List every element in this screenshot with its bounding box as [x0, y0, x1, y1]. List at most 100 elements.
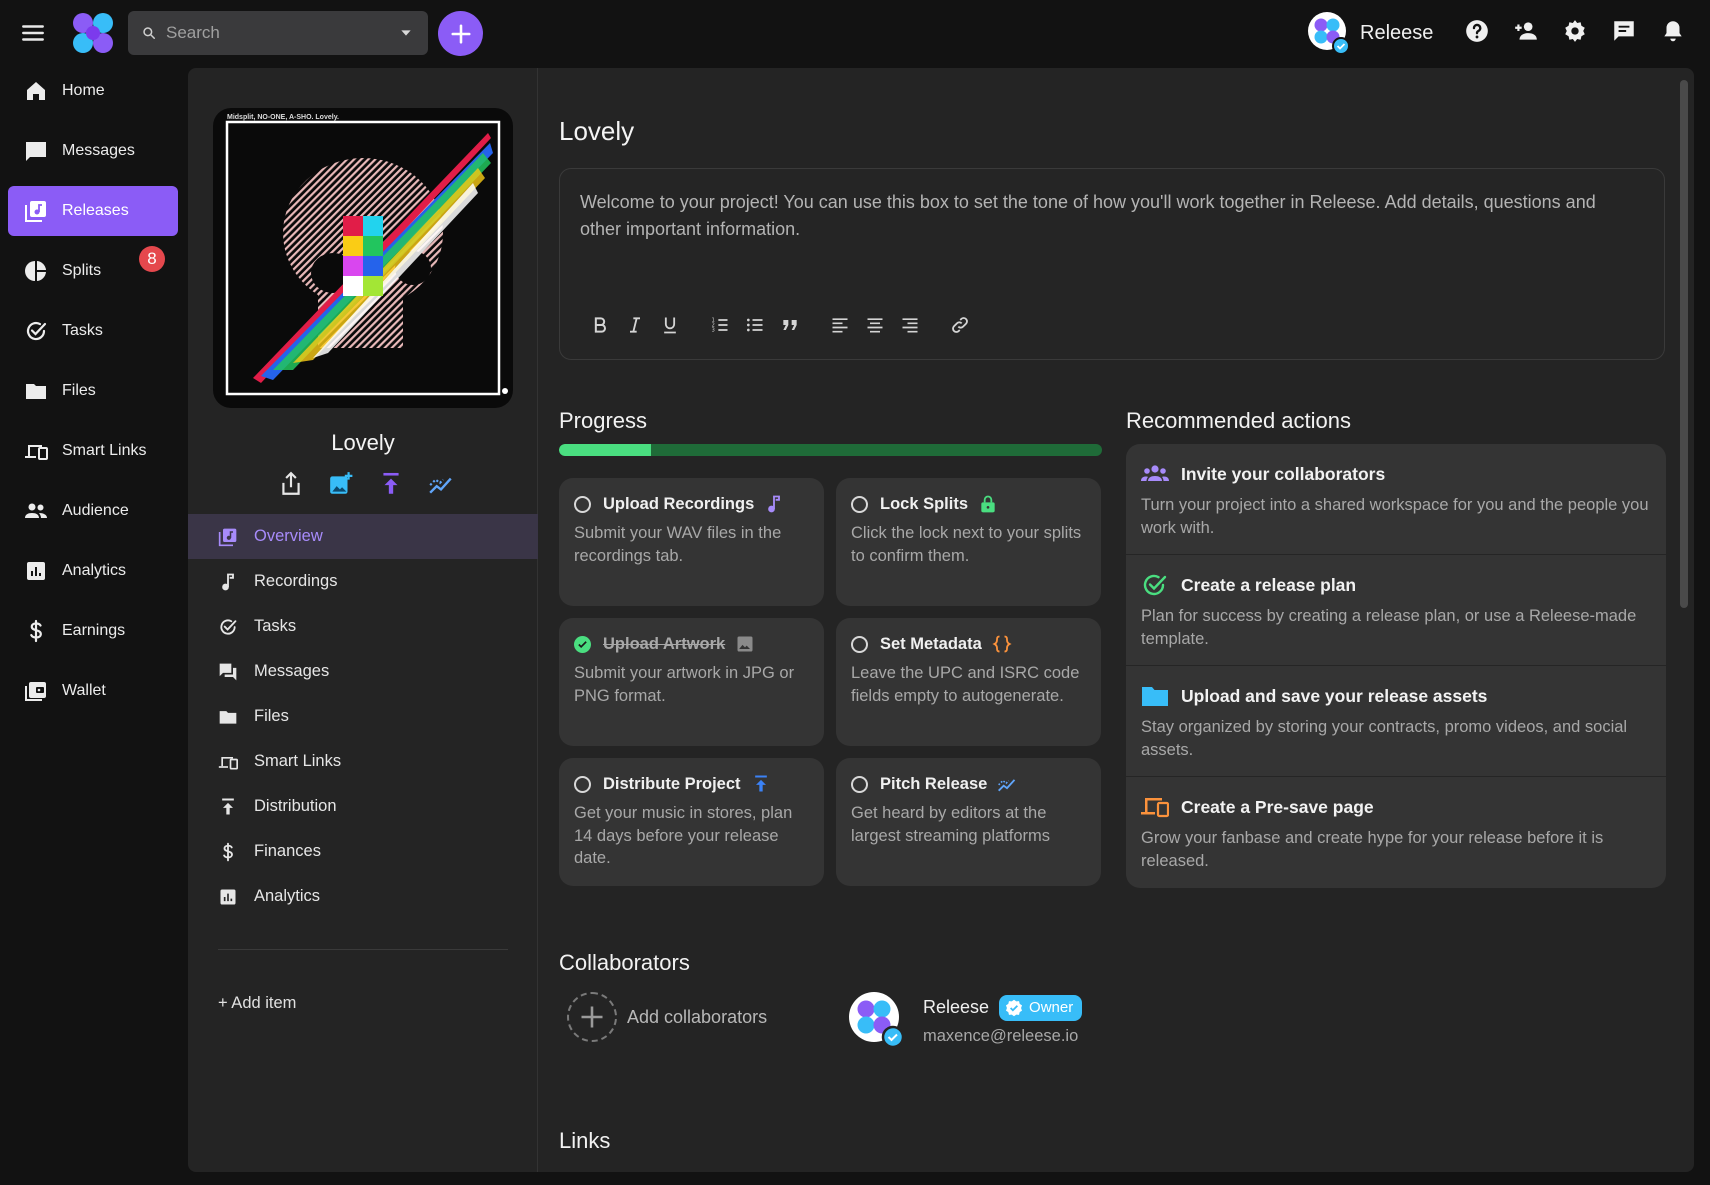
menu-icon[interactable] — [20, 20, 46, 46]
recommended-item-invite[interactable]: Invite your collaborators Turn your proj… — [1126, 444, 1666, 555]
collaborator-card: Releese Owner maxence@releese.io — [849, 992, 1083, 1048]
subnav-item-label: Smart Links — [254, 752, 342, 770]
sidebar-item-tasks[interactable]: Tasks — [8, 306, 178, 356]
sidebar-item-releases[interactable]: Releases — [8, 186, 178, 236]
subnav-item-files[interactable]: Files — [188, 694, 538, 739]
create-button[interactable] — [438, 11, 483, 56]
task-card-lock-splits[interactable]: Lock Splits Click the lock next to your … — [836, 478, 1101, 606]
sidebar-item-messages[interactable]: Messages — [8, 126, 178, 176]
subnav-item-distribution[interactable]: Distribution — [188, 784, 538, 829]
subnav-item-tasks[interactable]: Tasks — [188, 604, 538, 649]
braces-icon — [992, 635, 1012, 653]
devices-icon — [25, 445, 48, 460]
bell-icon[interactable] — [1660, 18, 1686, 44]
task-checkbox[interactable] — [851, 775, 868, 793]
help-icon[interactable] — [1464, 18, 1490, 44]
editor-toolbar: 123 — [590, 315, 985, 335]
sidebar-item-splits[interactable]: Splits 8 — [8, 246, 178, 296]
task-card-upload-recordings[interactable]: Upload Recordings Submit your WAV files … — [559, 478, 824, 606]
bullet-list-icon[interactable] — [745, 315, 765, 335]
quote-icon[interactable] — [780, 315, 800, 335]
italic-icon[interactable] — [625, 315, 645, 335]
subnav-item-label: Tasks — [254, 617, 297, 635]
scrollbar-thumb[interactable] — [1680, 80, 1688, 608]
subnav-item-label: Messages — [254, 662, 330, 680]
task-checkbox[interactable] — [574, 775, 591, 793]
task-title: Distribute Project — [603, 774, 741, 793]
trending-icon[interactable] — [428, 471, 454, 497]
folder-icon — [219, 710, 237, 724]
plus-icon — [450, 23, 471, 44]
recommended-item-release-plan[interactable]: Create a release plan Plan for success b… — [1126, 555, 1666, 666]
sidebar-item-home[interactable]: Home — [8, 66, 178, 116]
add-user-icon[interactable] — [1513, 18, 1539, 44]
share-icon[interactable] — [278, 471, 304, 497]
subnav-item-recordings[interactable]: Recordings — [188, 559, 538, 604]
add-item-button[interactable]: + Add item — [218, 994, 296, 1013]
project-notes-input[interactable] — [580, 189, 1640, 289]
release-artwork[interactable]: Midsplit, NO-ONE, A-SHO. Lovely. — [213, 108, 513, 408]
recommended-actions: Invite your collaborators Turn your proj… — [1126, 444, 1666, 888]
feedback-icon[interactable] — [1611, 18, 1637, 44]
align-center-icon[interactable] — [865, 315, 885, 335]
task-checkbox[interactable] — [574, 495, 591, 513]
sidebar-item-label: Tasks — [62, 322, 103, 339]
task-card-distribute-project[interactable]: Distribute Project Get your music in sto… — [559, 758, 824, 886]
sidebar-item-smart-links[interactable]: Smart Links — [8, 426, 178, 476]
recommended-item-upload-assets[interactable]: Upload and save your release assets Stay… — [1126, 666, 1666, 777]
publish-icon[interactable] — [378, 471, 404, 497]
sidebar-item-wallet[interactable]: Wallet — [8, 666, 178, 716]
home-icon — [27, 82, 45, 100]
account-menu[interactable]: Releese — [1308, 12, 1433, 54]
wallet-icon — [25, 682, 46, 701]
sidebar-item-label: Splits — [62, 262, 102, 279]
sidebar-item-label: Home — [62, 82, 105, 99]
task-checkbox[interactable] — [851, 495, 868, 513]
progress-bar — [559, 444, 1102, 456]
task-card-upload-artwork[interactable]: Upload Artwork Submit your artwork in JP… — [559, 618, 824, 746]
subnav-item-analytics[interactable]: Analytics — [188, 874, 538, 919]
task-card-set-metadata[interactable]: Set Metadata Leave the UPC and ISRC code… — [836, 618, 1101, 746]
search-input[interactable] — [166, 23, 398, 43]
avatar — [1308, 12, 1350, 54]
lock-icon — [981, 495, 995, 513]
task-checkbox[interactable] — [851, 635, 868, 653]
chevron-down-icon[interactable] — [398, 25, 414, 41]
add-collaborators-button[interactable]: Add collaborators — [567, 992, 767, 1042]
analytics-icon — [220, 889, 236, 904]
gear-icon[interactable] — [1562, 18, 1588, 44]
task-checkbox-checked[interactable] — [574, 635, 591, 653]
release-actions — [278, 471, 454, 497]
plus-icon — [581, 1006, 603, 1028]
collaborator-email: maxence@releese.io — [923, 1026, 1079, 1045]
sidebar-item-label: Audience — [62, 502, 129, 519]
task-description: Get your music in stores, plan 14 days b… — [574, 804, 793, 867]
sidebar-item-audience[interactable]: Audience — [8, 486, 178, 536]
ordered-list-icon[interactable]: 123 — [710, 315, 730, 335]
sidebar-item-files[interactable]: Files — [8, 366, 178, 416]
page-title: Lovely — [559, 116, 635, 146]
subnav-item-overview[interactable]: Overview — [188, 514, 538, 559]
subnav-item-finances[interactable]: Finances — [188, 829, 538, 874]
recommended-item-presave[interactable]: Create a Pre-save page Grow your fanbase… — [1126, 777, 1666, 888]
align-left-icon[interactable] — [830, 315, 850, 335]
add-image-icon[interactable] — [328, 471, 354, 497]
search-box[interactable] — [128, 11, 428, 55]
align-right-icon[interactable] — [900, 315, 920, 335]
task-card-pitch-release[interactable]: Pitch Release Get heard by editors at th… — [836, 758, 1101, 886]
link-icon[interactable] — [950, 315, 970, 335]
recommended-title: Create a Pre-save page — [1181, 796, 1374, 817]
sidebar-item-earnings[interactable]: Earnings — [8, 606, 178, 656]
sidebar-item-analytics[interactable]: Analytics — [8, 546, 178, 596]
subnav-item-messages[interactable]: Messages — [188, 649, 538, 694]
scrollbar[interactable] — [1674, 68, 1694, 1172]
task-description: Get heard by editors at the largest stre… — [851, 804, 1050, 845]
main-panel: Midsplit, NO-ONE, A-SHO. Lovely. Lovely … — [188, 68, 1694, 1172]
recommended-description: Stay organized by storing your contracts… — [1141, 718, 1628, 759]
pie-chart-icon — [25, 261, 46, 281]
underline-icon[interactable] — [660, 315, 680, 335]
releese-logo-icon[interactable] — [70, 10, 116, 56]
bold-icon[interactable] — [590, 315, 610, 335]
subnav-item-smart-links[interactable]: Smart Links — [188, 739, 538, 784]
task-title: Upload Artwork — [603, 634, 726, 653]
